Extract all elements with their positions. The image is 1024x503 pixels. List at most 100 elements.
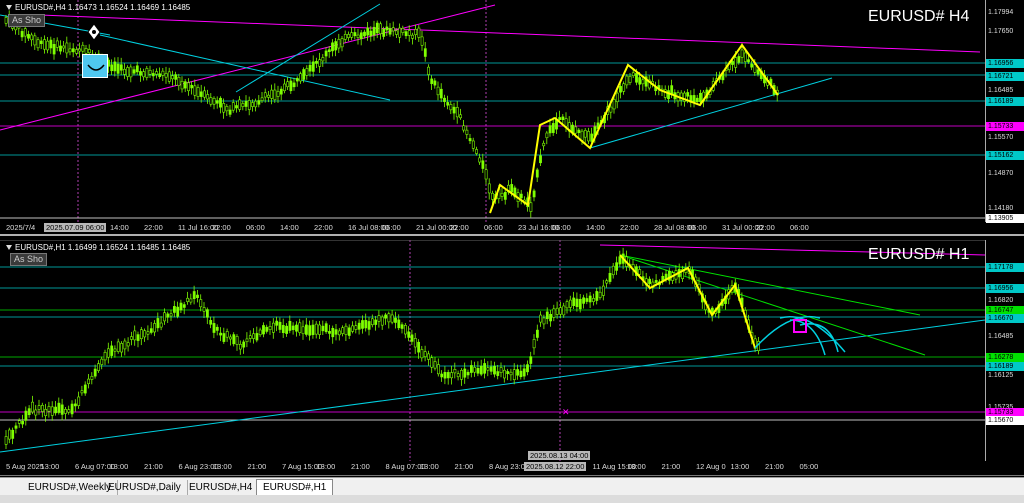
candle-body [686, 92, 690, 97]
candle-body [592, 298, 595, 302]
trendline-cyan [235, 3, 381, 93]
zigzag-line [489, 43, 779, 214]
candle-body [609, 106, 613, 113]
candle-body [471, 140, 475, 149]
candle-body [334, 41, 338, 51]
chart-pane-h4[interactable]: EURUSD#,H4 1.16473 1.16524 1.16469 1.164… [0, 0, 1024, 236]
candle-body [70, 403, 74, 415]
smile-curve-icon[interactable] [82, 54, 108, 78]
candle-body [206, 309, 209, 318]
candle-body [142, 71, 146, 78]
chart-tab[interactable]: EURUSD#,H1 [256, 479, 334, 496]
time-tick-label: 21:00 [454, 462, 474, 471]
candle-body [59, 45, 62, 52]
price-tick-label: 1.17650 [988, 28, 1014, 35]
collapse-triangle-icon[interactable] [6, 5, 12, 11]
candle-body [413, 338, 417, 348]
pen-tool-icon[interactable] [84, 22, 104, 44]
candle-body [199, 91, 203, 97]
candle-body [385, 26, 389, 31]
chart-pane-h1[interactable]: ✕ EURUSD#,H1 1.16499 1.16524 1.16485 1.1… [0, 240, 1024, 476]
time-tick-label: 13:00 [627, 462, 646, 471]
candle-body [359, 32, 363, 40]
candle-body [535, 329, 539, 338]
candle-body [273, 89, 277, 101]
candle-body [318, 59, 322, 67]
candle-body [267, 94, 270, 98]
h1-price-axis[interactable]: 1.168201.164851.161251.157351.171781.169… [985, 240, 1024, 461]
chart-tab[interactable]: EURUSD#,H4 [183, 480, 260, 496]
candle-body [473, 367, 477, 373]
time-tick-label: 13:00 [213, 462, 232, 471]
candle-body [116, 341, 120, 352]
candle-body [379, 23, 382, 34]
candle-body [608, 273, 612, 282]
candle-body [750, 63, 754, 68]
chart-tab[interactable]: EURUSD#,Daily [102, 480, 188, 496]
candle-body [123, 68, 126, 75]
h4-price-axis[interactable]: 1.17994 1.17650 1.16485 1.15570 1.14870 1.141… [985, 0, 1024, 223]
trendline-magenta [0, 4, 496, 131]
price-level-tag: 1.15670 [986, 416, 1024, 425]
candle-body [354, 325, 358, 330]
candle-body [545, 132, 549, 139]
candle-body [27, 408, 31, 416]
time-tick-label: 13:00 [420, 462, 439, 471]
candle-body [747, 59, 750, 63]
candle-body [483, 363, 487, 374]
candle-body [420, 349, 424, 359]
candle-body [443, 372, 447, 379]
candle-body [23, 28, 27, 37]
candle-body [370, 318, 374, 326]
candle-body [215, 326, 219, 331]
time-tick-label: 06:00 [688, 223, 707, 232]
candle-body [305, 68, 309, 76]
candle-body [171, 75, 174, 80]
candle-body [404, 31, 408, 37]
candle-body [148, 70, 152, 75]
time-tick-label: 14:00 [586, 223, 605, 232]
candle-body [39, 40, 43, 44]
candle-body [353, 32, 357, 37]
candle-body [324, 50, 328, 57]
candle-body [161, 70, 165, 76]
h1-plot-area[interactable]: ✕ [0, 240, 1024, 476]
candle-body [196, 294, 199, 299]
candle-body [479, 365, 483, 375]
candle-body [369, 30, 373, 37]
candle-body [308, 325, 312, 336]
candle-body [503, 191, 507, 200]
candle-body [286, 81, 290, 88]
collapse-triangle-icon[interactable] [6, 245, 12, 251]
candle-body [367, 321, 371, 330]
candle-body [502, 369, 506, 379]
candle-body [568, 299, 572, 308]
candle-body [574, 126, 578, 134]
candle-body [436, 364, 440, 375]
candle-body [199, 299, 203, 308]
candle-body [638, 77, 642, 85]
candle-body [407, 331, 411, 338]
time-tick-label: 22:00 [756, 223, 775, 232]
candle-body [407, 30, 411, 36]
candle-body [257, 100, 261, 105]
candle-body [110, 64, 114, 72]
candle-body [60, 404, 64, 415]
candle-body [417, 27, 421, 38]
candle-body [496, 371, 500, 376]
as-show-button[interactable]: As Sho [8, 14, 46, 27]
time-tick-label: 22:00 [450, 223, 469, 232]
candle-body [289, 80, 293, 92]
h4-plot-area[interactable] [0, 0, 1024, 236]
candle-body [667, 90, 670, 100]
candle-body [341, 327, 345, 334]
candle-body [512, 369, 516, 380]
candle-body [443, 97, 446, 102]
candle-body [187, 82, 190, 92]
as-show-button[interactable]: As Sho [10, 253, 48, 266]
candle-body [129, 66, 133, 78]
candle-body [539, 314, 543, 323]
candle-body [49, 39, 53, 49]
candle-body [295, 78, 299, 82]
candle-body [331, 42, 334, 52]
